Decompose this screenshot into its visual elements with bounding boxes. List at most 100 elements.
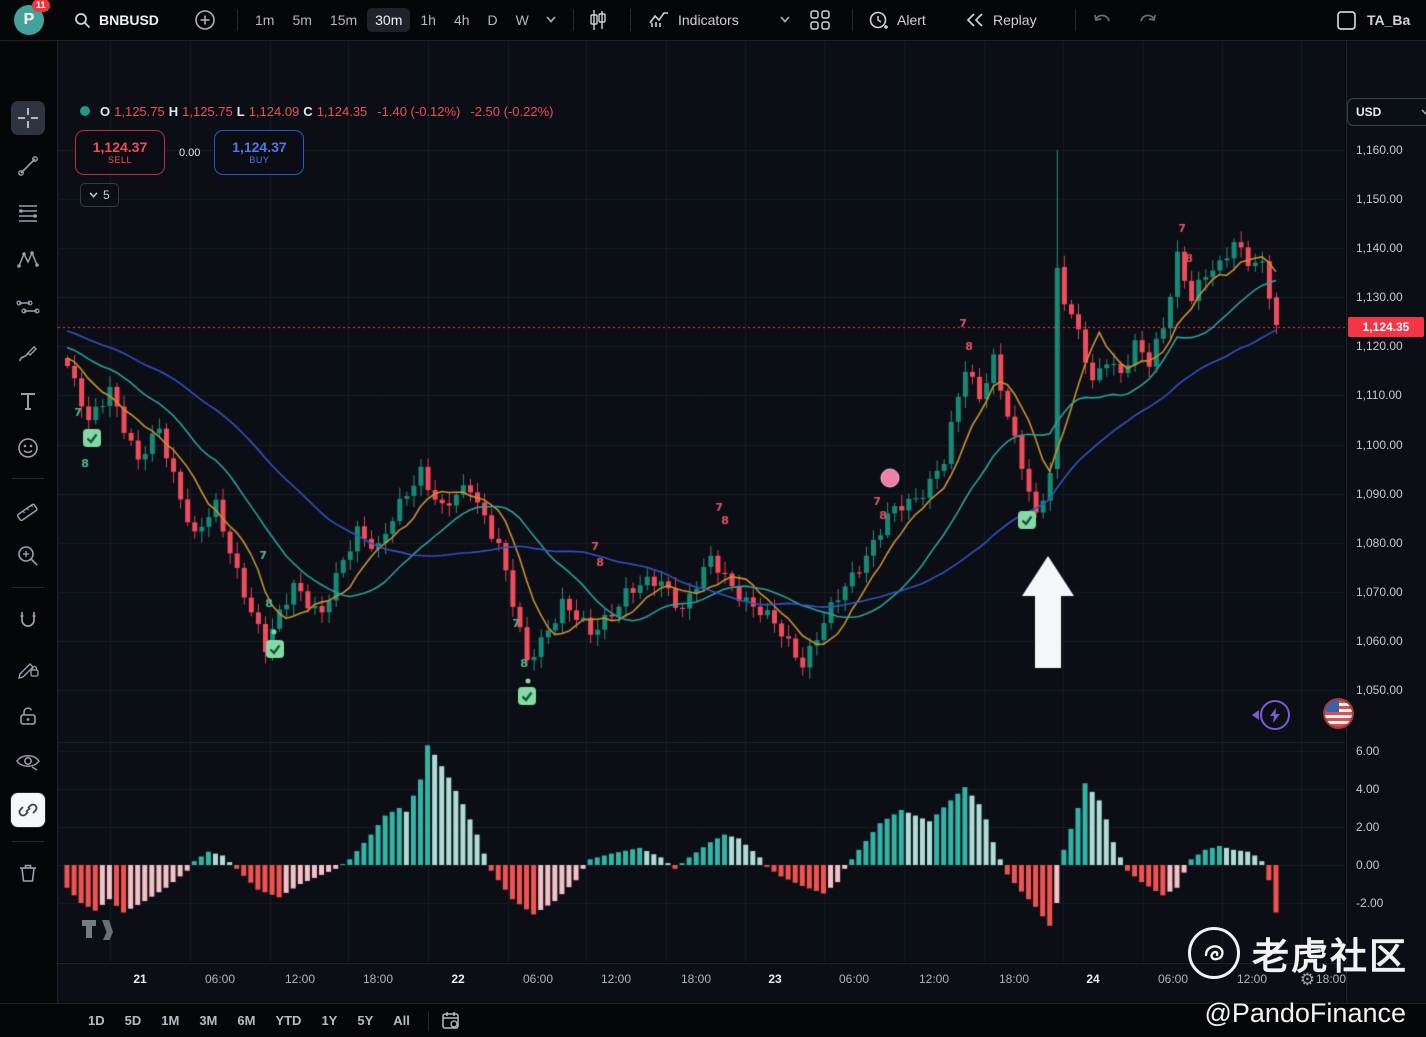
indicators-icon bbox=[648, 10, 670, 30]
time-tick: 18:00 bbox=[362, 972, 394, 986]
toolbar-divider bbox=[12, 841, 44, 842]
range-1d[interactable]: 1D bbox=[88, 1013, 105, 1028]
last-price-badge: 1,124.35 bbox=[1348, 317, 1424, 337]
timeframe-4h[interactable]: 4h bbox=[446, 8, 478, 32]
pattern-xabcd-tool[interactable] bbox=[11, 243, 45, 277]
tradingview-logo[interactable] bbox=[80, 916, 120, 947]
zoom-in-tool[interactable] bbox=[11, 539, 45, 573]
brush-tool[interactable] bbox=[11, 337, 45, 371]
price-axis[interactable]: USD 1,124.35 1,160.00 1,150.00 1,140.00 1,1… bbox=[1346, 41, 1426, 1003]
hide-drawings-tool[interactable] bbox=[11, 745, 45, 779]
go-to-date-icon[interactable] bbox=[441, 1010, 462, 1031]
flash-order-arrow-icon bbox=[1252, 710, 1259, 720]
change-value: -1.40 (-0.12%) bbox=[377, 103, 461, 119]
price-chart-canvas[interactable] bbox=[58, 41, 1345, 962]
buy-button[interactable]: 1,124.37 BUY bbox=[214, 130, 305, 175]
text-tool[interactable] bbox=[11, 384, 45, 418]
compare-add-button[interactable] bbox=[194, 0, 216, 40]
macd-tick: 6.00 bbox=[1356, 744, 1380, 758]
templates-button[interactable] bbox=[810, 0, 830, 40]
price-tick: 1,160.00 bbox=[1356, 143, 1403, 157]
redo-icon bbox=[1138, 12, 1158, 28]
time-tick: 21 bbox=[133, 972, 147, 986]
trade-panel: 1,124.37 SELL 0.00 1,124.37 BUY bbox=[75, 130, 305, 175]
alert-button[interactable]: Alert bbox=[868, 0, 926, 40]
range-6m[interactable]: 6M bbox=[237, 1013, 255, 1028]
price-tick: 1,110.00 bbox=[1356, 388, 1402, 403]
projection-tool[interactable] bbox=[11, 290, 45, 324]
indicator-collapse-chip[interactable]: 5 bbox=[80, 183, 119, 207]
time-tick: 12:00 bbox=[600, 972, 632, 986]
range-3m[interactable]: 3M bbox=[199, 1013, 217, 1028]
fib-retracement-tool[interactable] bbox=[11, 196, 45, 230]
bottombar-divider bbox=[427, 1010, 429, 1031]
time-tick: 12:00 bbox=[284, 972, 316, 986]
macd-tick: 4.00 bbox=[1356, 782, 1380, 796]
close-value: 1,124.35 bbox=[316, 103, 368, 119]
lock-drawings-tool[interactable] bbox=[11, 699, 45, 733]
user-avatar[interactable]: P 11 bbox=[14, 0, 50, 40]
time-tick: 18:00 bbox=[680, 972, 712, 986]
macd-tick: -2.00 bbox=[1356, 896, 1384, 910]
time-tick: 22 bbox=[451, 972, 465, 986]
range-all[interactable]: All bbox=[393, 1013, 410, 1028]
watermark-title: 老虎社区 bbox=[1252, 936, 1408, 977]
layout-name: TA_Ba bbox=[1367, 12, 1411, 28]
timeframe-15m[interactable]: 15m bbox=[322, 8, 365, 32]
timeframe-W[interactable]: W bbox=[508, 8, 537, 32]
trend-line-tool[interactable] bbox=[11, 149, 45, 183]
measure-ruler-tool[interactable] bbox=[11, 491, 45, 525]
timeframe-chevron-icon[interactable] bbox=[546, 16, 556, 23]
remove-drawings-tool[interactable] bbox=[11, 856, 45, 890]
chart-style-button[interactable] bbox=[588, 0, 608, 40]
top-toolbar: P 11 BNBUSD 1m 5m 15m 30m 1h 4h D W Indicators bbox=[0, 0, 1426, 41]
emoji-tool[interactable] bbox=[11, 431, 45, 465]
symbol-search[interactable]: BNBUSD bbox=[74, 0, 159, 40]
date-range-group: 1D 5D 1M 3M 6M YTD 1Y 5Y All bbox=[78, 1013, 420, 1028]
magnet-tool[interactable] bbox=[11, 603, 45, 637]
series-status-dot bbox=[80, 106, 90, 116]
price-tick: 1,050.00 bbox=[1356, 682, 1403, 697]
indicators-chevron-icon[interactable] bbox=[780, 16, 790, 23]
price-tick: 1,140.00 bbox=[1356, 241, 1403, 256]
chart-pane[interactable] bbox=[58, 41, 1345, 962]
replay-button[interactable]: Replay bbox=[965, 0, 1037, 40]
alert-label: Alert bbox=[897, 12, 926, 28]
drawing-mode-tool[interactable] bbox=[11, 651, 45, 685]
sell-button[interactable]: 1,124.37 SELL bbox=[75, 130, 165, 175]
timeframe-30m[interactable]: 30m bbox=[367, 8, 411, 32]
close-label: C bbox=[303, 103, 313, 119]
timeframe-5m[interactable]: 5m bbox=[284, 8, 319, 32]
sync-drawings-tool[interactable] bbox=[11, 793, 45, 827]
timeframe-D[interactable]: D bbox=[480, 8, 506, 32]
low-value: 1,124.09 bbox=[248, 103, 300, 119]
flash-order-icon[interactable] bbox=[1260, 700, 1290, 730]
toolbar-separator bbox=[573, 9, 574, 31]
undo-icon bbox=[1092, 12, 1112, 28]
search-icon bbox=[74, 12, 91, 29]
toolbar-divider bbox=[12, 478, 44, 479]
undo-button[interactable] bbox=[1092, 0, 1112, 40]
currency-dropdown[interactable]: USD bbox=[1347, 98, 1426, 126]
alert-clock-icon bbox=[868, 10, 889, 31]
indicators-button[interactable]: Indicators bbox=[648, 0, 739, 40]
timeframe-1h[interactable]: 1h bbox=[412, 8, 444, 32]
crosshair-tool[interactable] bbox=[11, 101, 45, 135]
range-1m[interactable]: 1M bbox=[161, 1013, 179, 1028]
range-1y[interactable]: 1Y bbox=[321, 1013, 337, 1028]
timeframe-group: 1m 5m 15m 30m 1h 4h D W bbox=[246, 0, 538, 40]
price-tick: 1,150.00 bbox=[1356, 192, 1403, 207]
indicator-count: 5 bbox=[103, 188, 110, 202]
symbol-name: BNBUSD bbox=[99, 12, 159, 28]
time-axis[interactable]: ⚙ 21 06:00 12:00 18:00 22 06:00 12:00 18:00 23 06… bbox=[58, 963, 1346, 1004]
redo-button[interactable] bbox=[1138, 0, 1158, 40]
range-5d[interactable]: 5D bbox=[125, 1013, 142, 1028]
range-5y[interactable]: 5Y bbox=[357, 1013, 373, 1028]
layout-save-group[interactable]: TA_Ba bbox=[1336, 0, 1410, 40]
timeframe-1m[interactable]: 1m bbox=[247, 8, 282, 32]
chevron-down-icon bbox=[1421, 109, 1426, 115]
candlestick-style-icon bbox=[588, 9, 608, 31]
range-ytd[interactable]: YTD bbox=[275, 1013, 301, 1028]
price-tick: 1,100.00 bbox=[1356, 437, 1403, 452]
drawing-toolbar bbox=[0, 41, 58, 1036]
